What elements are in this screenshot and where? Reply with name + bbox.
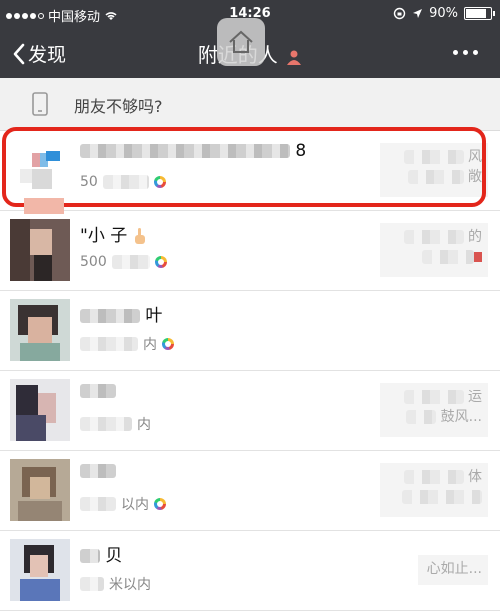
female-person-icon: [287, 50, 302, 65]
person-distance: 以内: [80, 494, 166, 514]
annotation-marker: [24, 198, 64, 214]
list-item[interactable]: 贝 米以内 心如止...: [0, 531, 500, 611]
ellipsis-icon: [453, 50, 458, 55]
system-indicators: 90%: [393, 6, 495, 21]
person-name: [80, 381, 116, 401]
home-icon: [229, 30, 253, 53]
person-distance: 内: [80, 414, 151, 434]
rotation-lock-icon: [393, 7, 406, 20]
nearby-people-list: 8 50 风 敞 "小 子 500 的 叶 内 内 运 鼓风... 以内 体 贝…: [0, 131, 500, 611]
person-name: 叶: [80, 301, 162, 326]
pointing-hand-emoji: [134, 228, 145, 244]
person-distance: 内: [80, 334, 174, 354]
avatar: [10, 139, 70, 201]
location-icon: [413, 9, 423, 18]
person-name: [80, 461, 116, 481]
avatar: [10, 459, 70, 521]
person-distance: 500: [80, 254, 167, 270]
more-options-button[interactable]: [453, 50, 478, 55]
person-name: 贝: [80, 541, 122, 566]
person-distance: 50: [80, 174, 166, 190]
person-signature: 心如止...: [418, 555, 488, 585]
person-signature: 体: [380, 463, 488, 517]
moments-icon: [154, 498, 166, 510]
avatar: [10, 379, 70, 441]
phone-icon: [32, 92, 48, 116]
invite-friends-hint[interactable]: 朋友不够吗?: [0, 78, 500, 131]
person-signature: 的: [380, 223, 488, 277]
person-name: "小 子: [80, 221, 147, 246]
battery-icon: [464, 7, 495, 20]
assistive-touch-button[interactable]: [217, 18, 265, 66]
list-item[interactable]: 叶 内: [0, 291, 500, 371]
list-item[interactable]: 8 50 风 敞: [0, 131, 500, 211]
person-signature: 运 鼓风...: [380, 383, 488, 437]
person-distance: 米以内: [80, 574, 151, 594]
list-item[interactable]: "小 子 500 的: [0, 211, 500, 291]
person-signature: 风 敞: [380, 143, 488, 197]
moments-icon: [154, 256, 167, 268]
list-item[interactable]: 以内 体: [0, 451, 500, 531]
avatar: [10, 219, 70, 281]
avatar: [10, 299, 70, 361]
moments-icon: [162, 338, 174, 350]
battery-percent: 90%: [429, 6, 458, 21]
moments-icon: [153, 176, 166, 188]
invite-friends-text: 朋友不够吗?: [74, 97, 163, 116]
person-name: 8: [80, 141, 306, 161]
list-item[interactable]: 内 运 鼓风...: [0, 371, 500, 451]
avatar: [10, 539, 70, 601]
